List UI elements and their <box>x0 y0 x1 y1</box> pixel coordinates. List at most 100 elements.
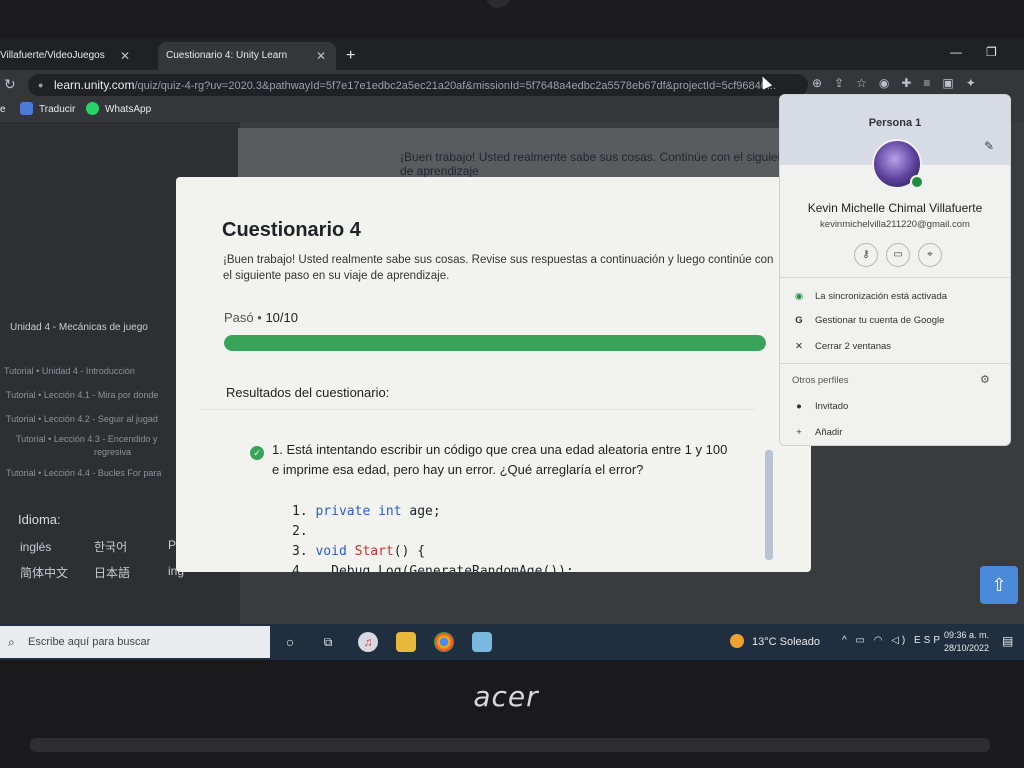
background-text: de aprendizaje <box>400 164 479 178</box>
close-icon: ✕ <box>795 341 803 352</box>
bookmark-label: Traducir <box>39 104 76 115</box>
minimize-button[interactable]: — <box>950 42 962 62</box>
sidebar-item[interactable]: Tutorial • Lección 4.1 - Mira por donde <box>6 390 158 400</box>
language-indicator[interactable]: ESP <box>914 635 943 646</box>
background-text: ¡Buen trabajo! Usted realmente sabe sus … <box>400 150 785 164</box>
close-windows-row[interactable]: ✕ Cerrar 2 ventanas <box>792 341 891 352</box>
results-scrollbar[interactable] <box>765 450 773 560</box>
bookmark-truncated[interactable]: e <box>0 100 6 120</box>
edit-icon[interactable]: ✎ <box>984 139 994 153</box>
reload-icon[interactable]: ↻ <box>4 76 16 93</box>
task-view-icon[interactable]: ⧉ <box>318 632 338 652</box>
new-tab-button[interactable]: + <box>346 42 355 70</box>
step-separator: • <box>257 310 262 325</box>
notification-icon[interactable]: ▤ <box>1002 634 1013 648</box>
toolbar-icons[interactable]: ⊕⇪☆◉✚≡▣✦ <box>812 76 988 90</box>
sidebar-item[interactable]: Tutorial • Lección 4.2 - Seguir al jugad <box>6 414 158 424</box>
modal-title: Cuestionario 4 <box>222 219 361 241</box>
address-bar[interactable]: ● learn.unity.com/quiz/quiz-4-rg?uv=2020… <box>28 74 808 96</box>
step-value: 10/10 <box>265 310 298 325</box>
person-icon: ● <box>796 401 802 412</box>
manage-account-row[interactable]: G Gestionar tu cuenta de Google <box>792 315 944 326</box>
other-profiles-label: Otros perfiles <box>792 375 849 386</box>
code-line: 2. <box>292 524 308 539</box>
translate-icon <box>20 102 33 115</box>
webcam <box>486 0 510 8</box>
lock-icon[interactable]: ● <box>38 74 43 96</box>
weather-widget[interactable]: 13°C Soleado <box>730 634 820 648</box>
profile-email: kevinmichelvilla211220@gmail.com <box>820 219 970 230</box>
tab-label: Cuestionario 4: Unity Learn <box>166 50 288 61</box>
bookmark-whatsapp[interactable]: WhatsApp <box>86 100 151 120</box>
sync-icon: ◉ <box>794 291 804 302</box>
whatsapp-icon <box>86 102 99 115</box>
cortana-icon[interactable]: ○ <box>280 632 300 652</box>
sidebar-item-cont[interactable]: regresiva <box>94 447 131 457</box>
laptop-hinge <box>30 738 990 752</box>
add-profile-row[interactable]: + Añadir <box>792 427 842 438</box>
sidebar-unit-title[interactable]: Unidad 4 - Mecánicas de juego <box>10 322 148 333</box>
results-scroll-area[interactable]: ✓ 1. Está intentando escribir un código … <box>200 409 773 572</box>
language-option[interactable]: 日本語 <box>94 564 130 581</box>
sidebar-item[interactable]: Tutorial • Lección 4.3 - Encendido y <box>16 434 157 444</box>
itunes-icon[interactable]: ♫ <box>358 632 378 652</box>
file-explorer-icon[interactable] <box>396 632 416 652</box>
maximize-button[interactable]: ❐ <box>986 42 997 62</box>
tab-cuestionario[interactable]: Cuestionario 4: Unity Learn ✕ <box>158 42 336 70</box>
plus-icon: + <box>796 427 802 438</box>
key-icon[interactable]: ⚷ <box>854 243 878 267</box>
tab-videojuegos[interactable]: Villafuerte/VideoJuegos ✕ <box>0 42 140 70</box>
progress-fill <box>224 335 766 351</box>
brand-logo: acer <box>473 680 539 713</box>
card-icon[interactable]: ▭ <box>886 243 910 267</box>
search-icon: ⌕ <box>8 635 15 649</box>
step-indicator: Pasó • 10/10 <box>224 310 298 325</box>
address-path: /quiz/quiz-4-rg?uv=2020.3&pathwayId=5f7e… <box>134 80 777 92</box>
sync-status-row[interactable]: ◉ La sincronización está activada <box>792 291 947 302</box>
row-label: Cerrar 2 ventanas <box>815 341 892 352</box>
step-label: Pasó <box>224 310 254 325</box>
google-icon: G <box>795 315 803 326</box>
row-label: Añadir <box>815 427 843 438</box>
divider <box>780 277 1010 278</box>
tab-strip: Villafuerte/VideoJuegos ✕ Cuestionario 4… <box>0 38 1024 70</box>
bookmark-traducir[interactable]: Traducir <box>20 100 75 120</box>
results-heading: Resultados del cuestionario: <box>226 385 390 400</box>
guest-profile-row[interactable]: ● Invitado <box>792 401 848 412</box>
code-block: 1. private int age; 2. 3. void Start() {4.… <box>292 502 574 572</box>
windows-taskbar: ⌕ Escribe aquí para buscar ○ ⧉ ♫ 13°C So… <box>0 624 1024 660</box>
tab-label: Villafuerte/VideoJuegos <box>0 50 105 61</box>
profile-name: Kevin Michelle Chimal Villafuerte <box>807 201 983 215</box>
gear-icon[interactable]: ⚙ <box>980 373 990 386</box>
clock-date: 28/10/2022 <box>944 643 990 653</box>
system-tray[interactable]: ^ ▭ ◠ ◁) ESP <box>842 635 943 646</box>
laptop-bezel-top <box>0 0 1024 38</box>
tab-close-icon[interactable]: ✕ <box>316 42 326 70</box>
profile-header-title: Persona 1 <box>868 117 922 129</box>
address-host: learn.unity.com <box>54 78 135 92</box>
screen: Villafuerte/VideoJuegos ✕ Cuestionario 4… <box>0 38 1024 660</box>
search-placeholder: Escribe aquí para buscar <box>28 636 151 648</box>
sidebar-item[interactable]: Tutorial • Lección 4.4 - Bucles For para <box>6 468 161 478</box>
tab-close-icon[interactable]: ✕ <box>120 42 130 70</box>
question-text: 1. Está intentando escribir un código qu… <box>272 442 728 477</box>
code-line: 1. private int age; <box>292 504 441 519</box>
divider <box>780 363 1010 364</box>
location-icon[interactable]: ⌖ <box>918 243 942 267</box>
row-label: Gestionar tu cuenta de Google <box>815 315 945 326</box>
language-option[interactable]: 한국어 <box>94 538 127 555</box>
weather-text: 13°C Soleado <box>752 636 821 648</box>
chrome-icon[interactable] <box>434 632 454 652</box>
profile-menu: Persona 1 ✎ Kevin Michelle Chimal Villaf… <box>779 94 1011 446</box>
modal-subtitle: ¡Buen trabajo! Usted realmente sabe sus … <box>223 254 774 282</box>
sun-icon <box>730 634 744 648</box>
taskbar-search[interactable]: ⌕ Escribe aquí para buscar <box>0 626 270 658</box>
sidebar-item[interactable]: Tutorial • Unidad 4 - Introducción <box>4 366 135 376</box>
language-option[interactable]: 简体中文 <box>20 564 68 581</box>
scroll-to-top-button[interactable]: ⇧ <box>980 566 1018 604</box>
app-icon[interactable] <box>472 632 492 652</box>
check-icon: ✓ <box>250 446 264 460</box>
clock[interactable]: 09:36 a. m. 28/10/2022 <box>944 629 989 655</box>
sync-badge-icon <box>910 175 924 189</box>
language-option[interactable]: inglés <box>20 540 51 554</box>
